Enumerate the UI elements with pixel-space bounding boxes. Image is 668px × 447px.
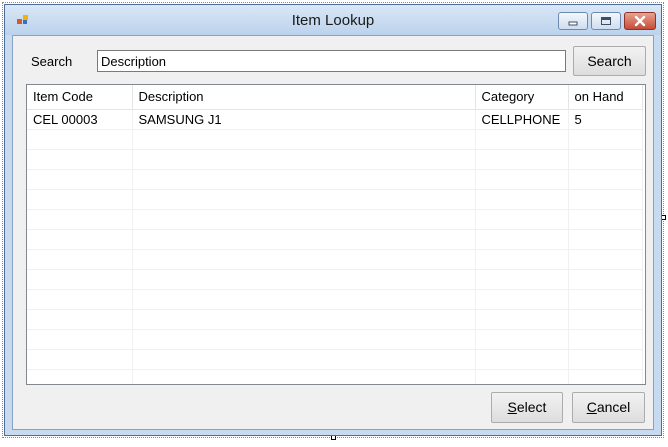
table-cell[interactable] [568, 269, 643, 290]
dialog-body: Search Search Item Code Description Cate… [12, 35, 654, 430]
table-row[interactable] [27, 129, 643, 150]
table-cell[interactable] [475, 149, 569, 170]
close-button[interactable] [624, 12, 656, 30]
search-label: Search [31, 54, 73, 69]
table-cell[interactable] [27, 289, 133, 310]
table-row[interactable] [27, 349, 643, 370]
table-row[interactable] [27, 309, 643, 330]
table-cell[interactable] [132, 129, 476, 150]
table-cell[interactable]: CEL 00003 [27, 109, 133, 130]
maximize-button[interactable] [591, 12, 621, 30]
table-cell[interactable] [475, 369, 569, 384]
table-cell[interactable] [132, 149, 476, 170]
column-header-item-code[interactable]: Item Code [27, 85, 133, 110]
table-cell[interactable] [475, 169, 569, 190]
table-row[interactable] [27, 169, 643, 190]
table-cell[interactable] [132, 189, 476, 210]
table-cell[interactable] [27, 129, 133, 150]
table-row[interactable] [27, 249, 643, 270]
table-cell[interactable] [27, 269, 133, 290]
table-cell[interactable] [475, 269, 569, 290]
table-cell[interactable] [27, 349, 133, 370]
table-row[interactable] [27, 369, 643, 384]
table-row[interactable] [27, 229, 643, 250]
table-cell[interactable] [132, 309, 476, 330]
table-cell[interactable] [475, 349, 569, 370]
table-cell[interactable] [475, 209, 569, 230]
maximize-icon [601, 17, 611, 25]
table-cell[interactable] [568, 369, 643, 384]
table-cell[interactable] [475, 229, 569, 250]
table-cell[interactable] [568, 149, 643, 170]
table-cell[interactable] [132, 369, 476, 384]
table-row[interactable] [27, 189, 643, 210]
table-cell[interactable] [475, 289, 569, 310]
table-cell[interactable] [27, 209, 133, 230]
table-row[interactable] [27, 269, 643, 290]
table-row[interactable] [27, 289, 643, 310]
select-button[interactable]: Select [491, 392, 563, 423]
table-cell[interactable] [27, 249, 133, 270]
grid-body: CEL 00003 SAMSUNG J1 CELLPHONE 5 [27, 109, 643, 384]
table-cell[interactable] [568, 349, 643, 370]
table-cell[interactable] [568, 309, 643, 330]
table-cell[interactable] [568, 229, 643, 250]
table-cell[interactable] [132, 289, 476, 310]
table-cell[interactable] [475, 329, 569, 350]
table-cell[interactable] [27, 229, 133, 250]
table-cell[interactable] [475, 129, 569, 150]
table-row[interactable] [27, 329, 643, 350]
table-cell[interactable] [475, 249, 569, 270]
table-cell[interactable]: CELLPHONE [475, 109, 569, 130]
minimize-icon [568, 21, 578, 26]
items-table: Item Code Description Category on Hand C… [27, 85, 643, 384]
minimize-button[interactable] [558, 12, 588, 30]
table-cell[interactable] [568, 189, 643, 210]
table-cell[interactable]: SAMSUNG J1 [132, 109, 476, 130]
column-header-on-hand[interactable]: on Hand [568, 85, 643, 110]
table-cell[interactable] [132, 209, 476, 230]
table-cell[interactable] [568, 289, 643, 310]
table-cell[interactable] [132, 269, 476, 290]
table-cell[interactable]: 5 [568, 109, 643, 130]
table-cell[interactable] [132, 229, 476, 250]
column-header-category[interactable]: Category [475, 85, 569, 110]
search-button[interactable]: Search [573, 46, 646, 76]
table-cell[interactable] [27, 329, 133, 350]
item-lookup-window: Item Lookup Search Search [4, 4, 662, 436]
header-row: Item Code Description Category on Hand [27, 85, 643, 110]
table-cell[interactable] [132, 169, 476, 190]
column-header-description[interactable]: Description [132, 85, 476, 110]
title-bar[interactable]: Item Lookup [5, 5, 661, 35]
table-row[interactable]: CEL 00003 SAMSUNG J1 CELLPHONE 5 [27, 109, 643, 130]
table-cell[interactable] [568, 129, 643, 150]
table-cell[interactable] [568, 209, 643, 230]
table-cell[interactable] [132, 249, 476, 270]
table-cell[interactable] [568, 249, 643, 270]
table-cell[interactable] [27, 309, 133, 330]
table-cell[interactable] [475, 309, 569, 330]
table-cell[interactable] [27, 169, 133, 190]
table-cell[interactable] [27, 189, 133, 210]
table-row[interactable] [27, 149, 643, 170]
search-input[interactable] [97, 50, 566, 72]
close-icon [634, 15, 646, 27]
table-cell[interactable] [475, 189, 569, 210]
table-cell[interactable] [568, 169, 643, 190]
table-cell[interactable] [27, 149, 133, 170]
table-cell[interactable] [27, 369, 133, 384]
table-cell[interactable] [132, 349, 476, 370]
table-cell[interactable] [568, 329, 643, 350]
table-cell[interactable] [132, 329, 476, 350]
items-grid[interactable]: Item Code Description Category on Hand C… [26, 84, 646, 385]
table-row[interactable] [27, 209, 643, 230]
cancel-button[interactable]: Cancel [572, 392, 645, 423]
